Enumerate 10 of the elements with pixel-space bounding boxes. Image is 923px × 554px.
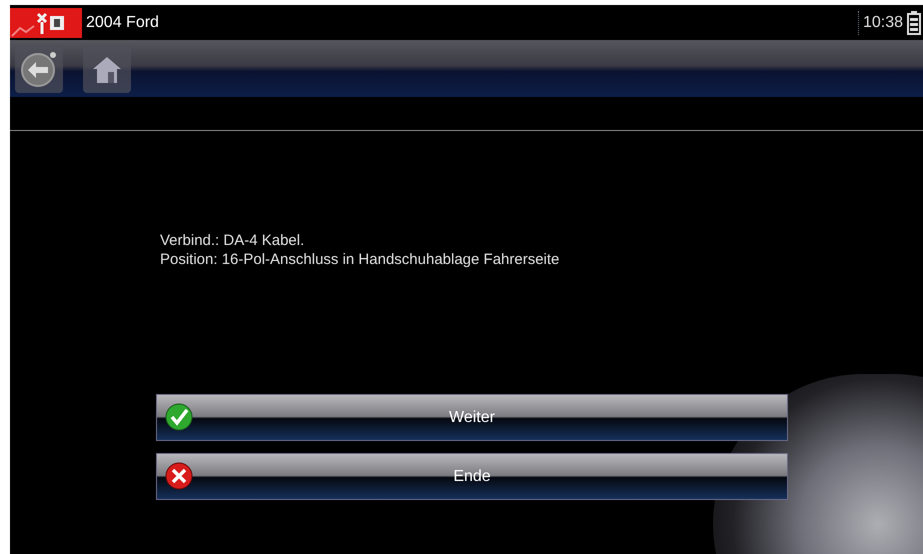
vehicle-title: 2004 Ford [86, 12, 159, 32]
end-button[interactable]: Ende [156, 453, 788, 500]
continue-button[interactable]: Weiter [156, 394, 788, 441]
close-icon [165, 462, 193, 490]
scan-tool-logo-icon [10, 8, 82, 38]
clock-time: 10:38 [858, 10, 907, 34]
checkmark-icon [165, 403, 193, 431]
battery-icon [907, 10, 921, 34]
message-line: Verbind.: DA-4 Kabel. [160, 231, 306, 250]
message-line: Position: 16-Pol-Anschluss in Handschuhablage Fahrerseite [160, 250, 560, 269]
